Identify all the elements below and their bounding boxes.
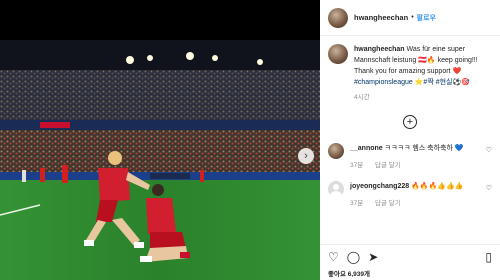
comment-username[interactable]: joyeongchang228	[350, 183, 409, 190]
comment-time: 37분	[350, 200, 364, 207]
comments-list: hwangheechan Was für eine super Mannscha…	[320, 36, 500, 209]
caption-time: 4시간	[354, 94, 370, 101]
username[interactable]: hwangheechan	[354, 13, 408, 22]
avatar[interactable]	[328, 44, 348, 64]
comment-icon[interactable]: ◯	[347, 251, 360, 263]
follow-button[interactable]: 팔로우	[417, 13, 436, 23]
avatar[interactable]	[328, 181, 344, 197]
list-item: __annone ㅋㅋㅋㅋ 헴스 축하축하 💙 37분 답글 달기 ♡	[328, 143, 492, 171]
stadium-photo	[0, 40, 320, 280]
caption-username[interactable]: hwangheechan	[354, 46, 405, 53]
caption-line-3: Thank you for amazing support	[354, 68, 451, 75]
caption-emoji-3: ❤️	[452, 68, 462, 75]
reply-button[interactable]: 답글 달기	[375, 162, 401, 169]
likes-count[interactable]: 좋아요 6,939개	[328, 268, 492, 278]
action-bar: ♡ ◯ ➤ ▯ 좋아요 6,939개	[320, 244, 500, 278]
heart-icon[interactable]: ♡	[328, 251, 339, 263]
caption: hwangheechan Was für eine super Mannscha…	[328, 44, 492, 103]
plus-circle-icon[interactable]: +	[403, 115, 417, 129]
comment-time: 37분	[350, 162, 364, 169]
bookmark-icon[interactable]: ▯	[485, 251, 492, 263]
avatar[interactable]	[328, 143, 344, 159]
list-item: joyeongchang228 🔥🔥🔥👍👍👍 37분 답글 달기 ♡	[328, 181, 492, 209]
caption-line-2: keep going!!!	[437, 57, 478, 64]
caption-text: hwangheechan Was für eine super Mannscha…	[354, 44, 492, 103]
caption-emoji-1: 🇦🇹🔥	[418, 57, 436, 64]
comment-text: 🔥🔥🔥👍👍👍	[411, 183, 464, 190]
post-side-panel: hwangheechan • 팔로우 hwangheechan Was für …	[320, 0, 500, 280]
caption-tail[interactable]: ⭐#짝 #현실⚽🎯	[415, 79, 470, 86]
heart-icon[interactable]: ♡	[486, 146, 492, 154]
chevron-right-icon[interactable]: ›	[298, 148, 314, 164]
avatar[interactable]	[328, 7, 348, 28]
post-header: hwangheechan • 팔로우	[320, 0, 500, 36]
comment-text: ㅋㅋㅋㅋ 헴스 축하축하 💙	[384, 145, 464, 152]
share-icon[interactable]: ➤	[368, 251, 378, 263]
reply-button[interactable]: 답글 달기	[375, 200, 401, 207]
post-photo[interactable]: ›	[0, 0, 320, 280]
separator: •	[411, 14, 414, 21]
load-more-comments[interactable]: +	[328, 115, 492, 129]
comment-username[interactable]: __annone	[350, 145, 383, 152]
hashtag-link[interactable]: #championsleague	[354, 79, 413, 86]
heart-icon[interactable]: ♡	[486, 184, 492, 192]
